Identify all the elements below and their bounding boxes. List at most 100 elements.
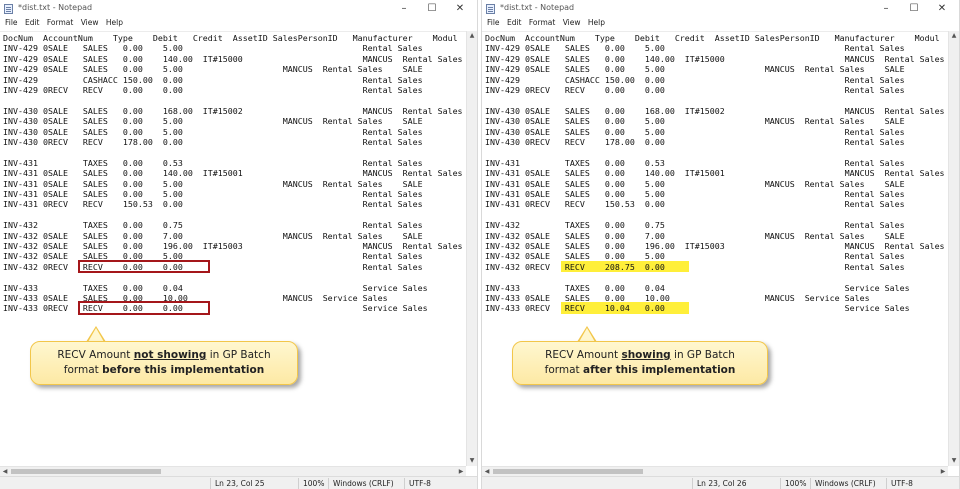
text-line: INV-431 0SALE SALES 0.00 5.00 Rental Sal… (485, 189, 905, 199)
status-bar: Ln 23, Col 25 100% Windows (CRLF) UTF-8 (0, 476, 477, 489)
title-bar[interactable]: *dist.txt - Notepad – ☐ ✕ (0, 0, 477, 18)
text-line: INV-433 0RECV RECV 10.04 0.00 Service Sa… (485, 303, 910, 314)
text-line: INV-429 CASHACC 150.00 0.00 Rental Sales (3, 74, 423, 85)
text-line: INV-432 TAXES 0.00 0.75 Rental Sales (3, 220, 423, 231)
text-line: INV-429 0SALE SALES 0.00 5.00 MANCUS Ren… (485, 64, 905, 75)
callout-tail (86, 326, 106, 342)
callout-text: in GP Batch (670, 349, 735, 361)
text-line: INV-430 0SALE SALES 0.00 5.00 Rental Sal… (485, 126, 905, 137)
callout-emphasis: not showing (133, 349, 207, 361)
maximize-icon[interactable]: ☐ (419, 0, 445, 18)
text-line: INV-432 0RECV RECV 208.75 0.00 Rental Sa… (485, 261, 905, 272)
text-line: INV-430 0SALE SALES 0.00 168.00 IT#15002… (3, 105, 466, 116)
callout-tail (577, 326, 597, 342)
menu-format[interactable]: Format (47, 18, 73, 27)
scroll-thumb[interactable] (11, 469, 161, 474)
text-line: INV-429 0RECV RECV 0.00 0.00 Rental Sale… (485, 85, 905, 95)
callout-text: RECV Amount (57, 349, 134, 361)
callout-line-1: RECV Amount not showing in GP Batch (31, 348, 297, 363)
text-line: INV-431 0SALE SALES 0.00 5.00 Rental Sal… (3, 189, 423, 199)
text-line: INV-430 0RECV RECV 178.00 0.00 Rental Sa… (485, 137, 905, 147)
callout-line-2: format after this implementation (513, 363, 767, 378)
status-encoding: UTF-8 (886, 478, 913, 489)
text-editor[interactable]: DocNum AccountNum Type Debit Credit Asse… (482, 31, 948, 466)
notepad-window-left: *dist.txt - Notepad – ☐ ✕ File Edit Form… (0, 0, 478, 489)
horizontal-scrollbar[interactable]: ◀ ▶ (482, 466, 948, 476)
header-line: DocNum AccountNum Type Debit Credit Asse… (3, 33, 458, 43)
text-line: INV-429 0SALE SALES 0.00 5.00 Rental Sal… (485, 43, 905, 54)
callout-emphasis: showing (621, 349, 671, 361)
menu-edit[interactable]: Edit (507, 18, 522, 27)
callout-bold: after this implementation (583, 364, 736, 376)
status-line-ending: Windows (CRLF) (810, 478, 876, 489)
text-line: INV-431 TAXES 0.00 0.53 Rental Sales (3, 157, 423, 168)
text-line: INV-433 0SALE SALES 0.00 10.00 MANCUS Se… (485, 293, 870, 303)
menu-view[interactable]: View (81, 18, 99, 27)
text-line: INV-429 CASHACC 150.00 0.00 Rental Sales (485, 74, 905, 85)
window-title: *dist.txt - Notepad (18, 3, 93, 12)
menu-format[interactable]: Format (529, 18, 555, 27)
text-line: INV-429 0SALE SALES 0.00 140.00 IT#15000… (3, 53, 466, 64)
text-line: INV-429 0SALE SALES 0.00 5.00 MANCUS Ren… (3, 64, 423, 75)
callout-text: format (63, 364, 103, 376)
scroll-down-icon[interactable]: ▼ (467, 456, 477, 466)
text-line: INV-431 0RECV RECV 150.53 0.00 Rental Sa… (485, 199, 905, 210)
menu-help[interactable]: Help (106, 18, 123, 27)
text-line: INV-430 0SALE SALES 0.00 168.00 IT#15002… (485, 105, 948, 116)
text-line: INV-432 0RECV RECV 0.00 0.00 Rental Sale… (3, 261, 423, 272)
scroll-up-icon[interactable]: ▲ (949, 31, 959, 41)
text-line: INV-432 0SALE SALES 0.00 7.00 MANCUS Ren… (485, 230, 905, 241)
text-line: INV-431 0SALE SALES 0.00 140.00 IT#15001… (485, 168, 948, 179)
scroll-thumb[interactable] (493, 469, 643, 474)
menu-bar: File Edit Format View Help (0, 18, 477, 31)
vertical-scrollbar[interactable]: ▲ ▼ (466, 31, 477, 466)
text-line: INV-433 0SALE SALES 0.00 10.00 MANCUS Se… (3, 293, 388, 303)
text-line: INV-430 0SALE SALES 0.00 5.00 MANCUS Ren… (485, 116, 905, 127)
callout-line-2: format before this implementation (31, 363, 297, 378)
close-icon[interactable]: ✕ (929, 0, 955, 18)
notepad-window-right: *dist.txt - Notepad – ☐ ✕ File Edit Form… (481, 0, 960, 489)
text-line: INV-433 TAXES 0.00 0.04 Service Sales (485, 282, 910, 293)
text-line: INV-430 0SALE SALES 0.00 5.00 MANCUS Ren… (3, 116, 423, 127)
menu-file[interactable]: File (5, 18, 18, 27)
window-title: *dist.txt - Notepad (500, 3, 575, 12)
text-line: INV-432 0SALE SALES 0.00 196.00 IT#15003… (485, 241, 948, 251)
horizontal-scrollbar[interactable]: ◀ ▶ (0, 466, 466, 476)
text-line: INV-431 0RECV RECV 150.53 0.00 Rental Sa… (3, 199, 423, 210)
scroll-up-icon[interactable]: ▲ (467, 31, 477, 41)
text-line: INV-432 0SALE SALES 0.00 5.00 Rental Sal… (3, 251, 423, 262)
callout-after: RECV Amount showing in GP Batch format a… (512, 341, 768, 385)
text-line: INV-430 0SALE SALES 0.00 5.00 Rental Sal… (3, 126, 423, 137)
scroll-down-icon[interactable]: ▼ (949, 456, 959, 466)
text-editor[interactable]: DocNum AccountNum Type Debit Credit Asse… (0, 31, 466, 466)
text-line: INV-429 0SALE SALES 0.00 140.00 IT#15000… (485, 53, 948, 64)
title-bar[interactable]: *dist.txt - Notepad – ☐ ✕ (482, 0, 959, 18)
text-line: INV-431 0SALE SALES 0.00 5.00 MANCUS Ren… (3, 178, 423, 189)
vertical-scrollbar[interactable]: ▲ ▼ (948, 31, 959, 466)
close-icon[interactable]: ✕ (447, 0, 473, 18)
callout-bold: before this implementation (102, 364, 265, 376)
callout-line-1: RECV Amount showing in GP Batch (513, 348, 767, 363)
maximize-icon[interactable]: ☐ (901, 0, 927, 18)
status-zoom: 100% (298, 478, 324, 489)
status-zoom: 100% (780, 478, 806, 489)
text-line: INV-432 0SALE SALES 0.00 196.00 IT#15003… (3, 241, 466, 251)
minimize-icon[interactable]: – (391, 0, 417, 18)
notepad-icon (486, 4, 495, 14)
text-line: INV-432 0SALE SALES 0.00 5.00 Rental Sal… (485, 251, 905, 262)
header-line: DocNum AccountNum Type Debit Credit Asse… (485, 33, 940, 43)
text-line: INV-433 0RECV RECV 0.00 0.00 Service Sal… (3, 303, 428, 314)
menu-help[interactable]: Help (588, 18, 605, 27)
menu-edit[interactable]: Edit (25, 18, 40, 27)
status-bar: Ln 23, Col 26 100% Windows (CRLF) UTF-8 (482, 476, 959, 489)
text-line: INV-429 0SALE SALES 0.00 5.00 Rental Sal… (3, 43, 423, 54)
menu-file[interactable]: File (487, 18, 500, 27)
text-line: INV-429 0RECV RECV 0.00 0.00 Rental Sale… (3, 85, 423, 95)
minimize-icon[interactable]: – (873, 0, 899, 18)
text-line: INV-431 0SALE SALES 0.00 140.00 IT#15001… (3, 168, 466, 179)
status-position: Ln 23, Col 26 (692, 478, 746, 489)
callout-text: format (544, 364, 583, 376)
menu-view[interactable]: View (563, 18, 581, 27)
callout-before: RECV Amount not showing in GP Batch form… (30, 341, 298, 385)
status-position: Ln 23, Col 25 (210, 478, 264, 489)
